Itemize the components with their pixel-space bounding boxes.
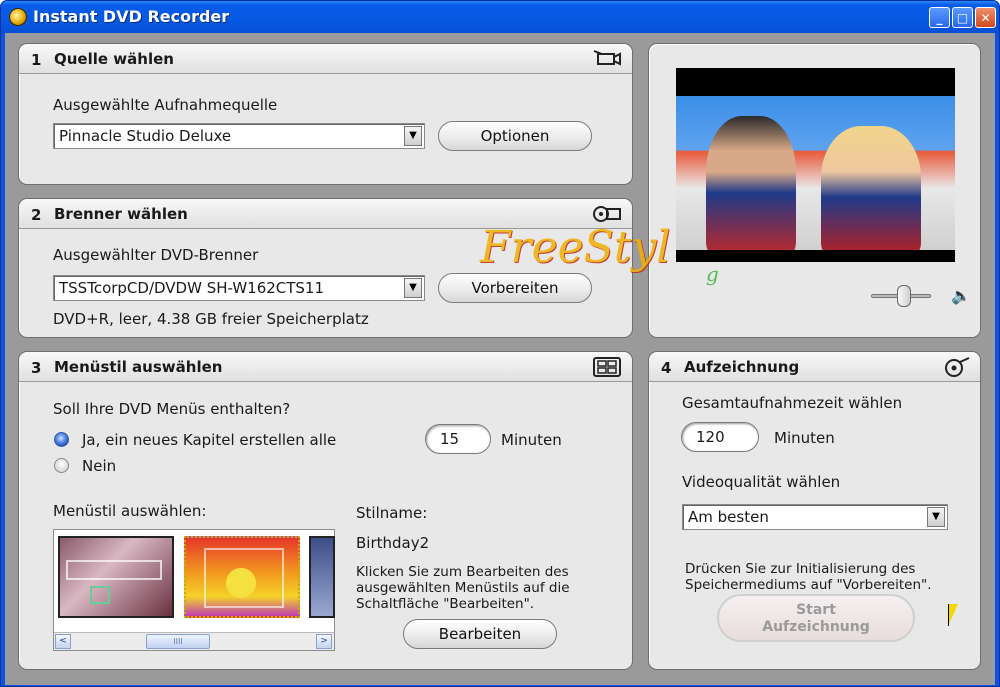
volume-slider-thumb[interactable] [897, 285, 911, 307]
total-time-label: Gesamtaufnahmezeit wählen [682, 394, 903, 412]
style-thumbnail-strip[interactable]: < IIII > [53, 529, 335, 651]
start-recording-button[interactable]: Start Aufzeichnung [717, 594, 915, 642]
source-label: Ausgewählte Aufnahmequelle [53, 96, 278, 114]
video-frame-image [676, 96, 955, 250]
panel-source: 1 Quelle wählen Ausgewählte Aufnahmequel… [18, 43, 633, 185]
client-area: 1 Quelle wählen Ausgewählte Aufnahmequel… [5, 33, 995, 685]
panel-number: 1 [31, 51, 42, 69]
panel-title: Brenner wählen [54, 205, 188, 223]
radio-yes-label[interactable]: Ja, ein neues Kapitel erstellen alle [82, 431, 336, 449]
maximize-button[interactable]: □ [952, 7, 973, 28]
edit-hint: Klicken Sie zum Bearbeiten des ausgewähl… [356, 564, 570, 612]
style-chooser-label: Menüstil auswählen: [53, 502, 207, 520]
menu-grid-icon [591, 356, 623, 378]
source-select-value: Pinnacle Studio Deluxe [59, 127, 232, 145]
watermark-tail: g [706, 262, 719, 286]
watermark-text: FreeStyl [480, 222, 671, 273]
start-button-line1: Start [796, 602, 836, 618]
quality-label: Videoqualität wählen [682, 473, 841, 491]
style-thumbnail-selected[interactable] [184, 536, 300, 618]
start-button-line2: Aufzeichnung [762, 619, 870, 635]
chapter-interval-input[interactable]: 15 [425, 424, 491, 454]
burner-select[interactable]: TSSTcorpCD/DVDW SH-W162CTS11 ▼ [53, 275, 425, 301]
panel-number: 3 [31, 359, 42, 377]
total-time-input[interactable]: 120 [681, 422, 759, 452]
chapter-minutes-label: Minuten [501, 431, 562, 449]
panel-menu-style-header: 3 Menüstil auswählen [19, 352, 632, 382]
panel-recording: 4 Aufzeichnung Gesamtaufnahmezeit wählen… [648, 351, 981, 670]
options-button[interactable]: Optionen [438, 121, 592, 151]
app-icon [9, 8, 27, 26]
quality-select[interactable]: Am besten ▼ [682, 504, 948, 530]
style-name-label: Stilname: [356, 504, 428, 522]
chevron-down-icon[interactable]: ▼ [404, 278, 422, 298]
quality-select-value: Am besten [688, 508, 769, 526]
title-bar[interactable]: Instant DVD Recorder _ □ ✕ [1, 1, 999, 33]
mouse-cursor-icon [948, 604, 958, 626]
scrollbar-thumb[interactable]: IIII [146, 634, 210, 649]
radio-yes[interactable] [54, 432, 69, 447]
total-time-minutes: Minuten [774, 429, 835, 447]
radio-no[interactable] [54, 458, 69, 473]
radio-no-label[interactable]: Nein [82, 457, 116, 475]
preview-panel: 🔈 [648, 43, 981, 338]
speaker-icon[interactable]: 🔈 [951, 286, 971, 305]
edit-button[interactable]: Bearbeiten [403, 619, 557, 649]
style-name-value: Birthday2 [356, 534, 430, 552]
camcorder-icon [591, 48, 623, 70]
chevron-left-icon[interactable]: < [55, 634, 71, 649]
burner-select-value: TSSTcorpCD/DVDW SH-W162CTS11 [59, 279, 325, 297]
panel-title: Aufzeichnung [684, 358, 800, 376]
window-title: Instant DVD Recorder [33, 7, 230, 26]
close-button[interactable]: ✕ [975, 7, 996, 28]
burner-label: Ausgewählter DVD-Brenner [53, 246, 259, 264]
source-select[interactable]: Pinnacle Studio Deluxe ▼ [53, 123, 425, 149]
panel-source-header: 1 Quelle wählen [19, 44, 632, 74]
video-preview [676, 68, 955, 262]
chevron-down-icon[interactable]: ▼ [927, 507, 945, 527]
app-window: Instant DVD Recorder _ □ ✕ 1 Quelle wähl… [0, 0, 1000, 687]
menu-question: Soll Ihre DVD Menüs enthalten? [53, 400, 291, 418]
chevron-right-icon[interactable]: > [316, 634, 332, 649]
media-info: DVD+R, leer, 4.38 GB freier Speicherplat… [53, 310, 369, 328]
panel-number: 4 [661, 359, 672, 377]
panel-title: Menüstil auswählen [54, 358, 223, 376]
panel-recording-header: 4 Aufzeichnung [649, 352, 980, 382]
init-hint: Drücken Sie zur Initialisierung des Spei… [685, 561, 932, 593]
style-thumbnail[interactable] [309, 536, 335, 618]
style-thumbnail[interactable] [58, 536, 174, 618]
minimize-button[interactable]: _ [929, 7, 950, 28]
record-disc-icon [941, 356, 973, 378]
panel-number: 2 [31, 206, 42, 224]
thumbnail-scrollbar[interactable]: < IIII > [54, 632, 334, 650]
prepare-button[interactable]: Vorbereiten [438, 273, 592, 303]
panel-title: Quelle wählen [54, 50, 174, 68]
panel-menu-style: 3 Menüstil auswählen Soll Ihre DVD Menüs… [18, 351, 633, 670]
chevron-down-icon[interactable]: ▼ [404, 126, 422, 146]
